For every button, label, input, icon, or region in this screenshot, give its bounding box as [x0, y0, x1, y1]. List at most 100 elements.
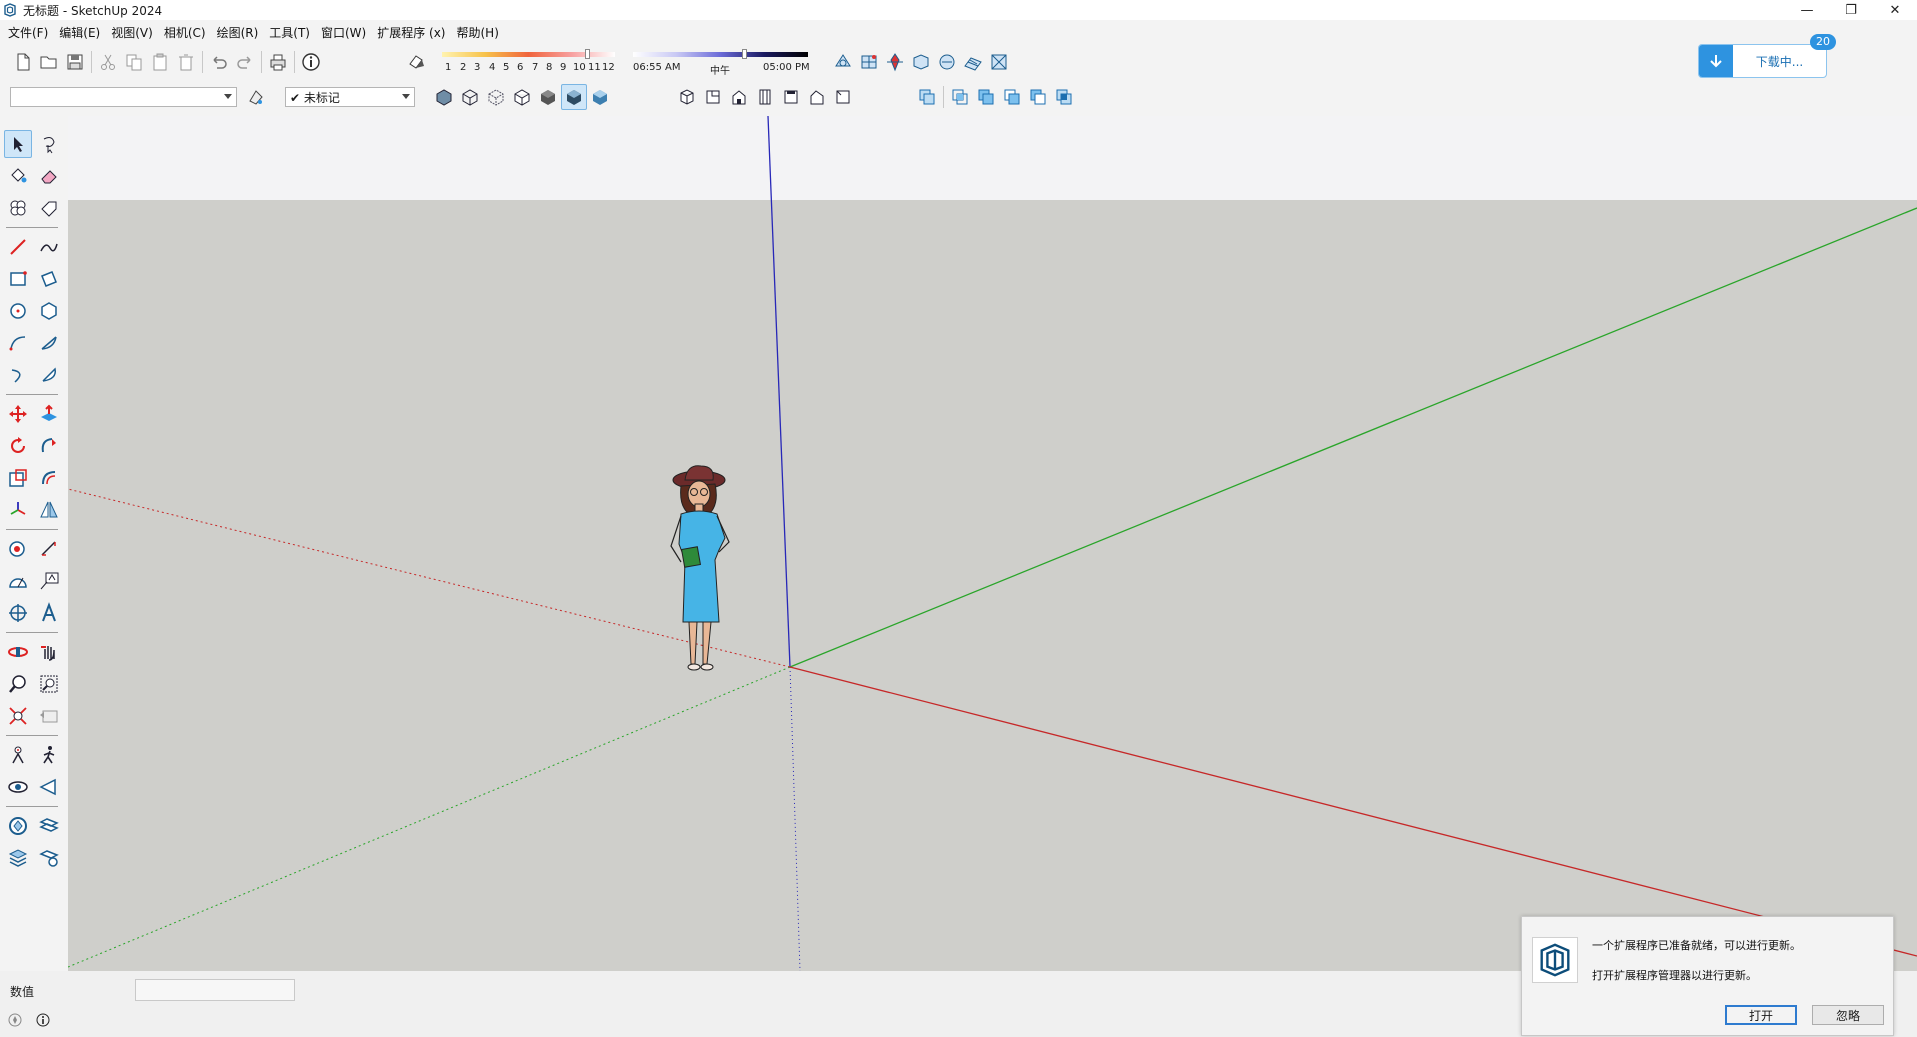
flip-tool-icon[interactable] [35, 496, 63, 524]
share-component-icon[interactable] [934, 49, 960, 75]
sandbox-settings-icon[interactable] [35, 844, 63, 872]
xray-icon[interactable] [431, 84, 457, 110]
redo-icon[interactable] [232, 49, 258, 75]
tape-measure-icon[interactable] [4, 535, 32, 563]
select-tool-icon[interactable] [4, 130, 32, 158]
zoom-extents-icon[interactable] [4, 702, 32, 730]
add-location-icon[interactable] [882, 49, 908, 75]
eraser-icon[interactable] [35, 162, 63, 190]
menu-view[interactable]: 视图(V) [111, 24, 160, 41]
menu-camera[interactable]: 相机(C) [164, 24, 213, 41]
undo-icon[interactable] [206, 49, 232, 75]
layer-combo[interactable] [10, 87, 237, 107]
menu-extensions[interactable]: 扩展程序 (x) [377, 24, 452, 41]
extension-warehouse-icon[interactable] [856, 49, 882, 75]
model-info-icon[interactable] [298, 49, 324, 75]
copy-icon[interactable] [121, 49, 147, 75]
restore-button[interactable]: ❐ [1829, 0, 1873, 20]
close-button[interactable]: ✕ [1873, 0, 1917, 20]
axes-tool-icon[interactable] [4, 496, 32, 524]
menu-window[interactable]: 窗口(W) [321, 24, 373, 41]
back-view-icon[interactable] [778, 84, 804, 110]
union-icon[interactable] [973, 84, 999, 110]
save-icon[interactable] [62, 49, 88, 75]
minimize-button[interactable]: — [1785, 0, 1829, 20]
3d-text-icon[interactable] [35, 599, 63, 627]
back-edges-icon[interactable] [457, 84, 483, 110]
time-slider[interactable] [633, 52, 808, 57]
top-view-icon[interactable] [700, 84, 726, 110]
shadow-toggle-icon[interactable] [403, 49, 429, 75]
scale-figure[interactable] [657, 464, 747, 684]
text-tool-icon[interactable] [35, 567, 63, 595]
layers-panel-icon[interactable] [4, 844, 32, 872]
freehand-tool-icon[interactable] [35, 233, 63, 261]
download-button[interactable]: 下载中... [1698, 44, 1827, 78]
pie-tool-icon[interactable] [35, 361, 63, 389]
time-slider-thumb[interactable] [742, 49, 747, 59]
move-tool-icon[interactable] [4, 400, 32, 428]
menu-help[interactable]: 帮助(H) [456, 24, 505, 41]
bottom-view-icon[interactable] [830, 84, 856, 110]
polygon-tool-icon[interactable] [35, 297, 63, 325]
monochrome-icon[interactable] [587, 84, 613, 110]
model-viewport[interactable] [68, 116, 1917, 971]
share-model-icon[interactable] [908, 49, 934, 75]
previous-view-icon[interactable] [35, 702, 63, 730]
follow-me-icon[interactable] [35, 432, 63, 460]
offset-tool-icon[interactable] [35, 464, 63, 492]
section-plane-icon[interactable] [4, 599, 32, 627]
intersect-icon[interactable] [947, 84, 973, 110]
look-around-icon[interactable] [4, 773, 32, 801]
photo-textures-icon[interactable] [986, 49, 1012, 75]
solid-inspector-icon[interactable] [4, 812, 32, 840]
dimension-tool-icon[interactable] [35, 535, 63, 563]
menu-edit[interactable]: 编辑(E) [59, 24, 107, 41]
outer-shell-icon[interactable] [914, 84, 940, 110]
shaded-textures-icon[interactable] [561, 84, 587, 110]
line-tool-icon[interactable] [4, 233, 32, 261]
position-camera-icon[interactable] [4, 741, 32, 769]
rotate-tool-icon[interactable] [4, 432, 32, 460]
ignore-button[interactable]: 忽略 [1812, 1005, 1884, 1025]
paint-tag-icon[interactable] [243, 84, 269, 110]
paste-icon[interactable] [147, 49, 173, 75]
circle-tool-icon[interactable] [4, 297, 32, 325]
3d-warehouse-icon[interactable] [830, 49, 856, 75]
info-icon[interactable] [36, 1013, 50, 1027]
zoom-tool-icon[interactable] [4, 670, 32, 698]
delete-icon[interactable] [173, 49, 199, 75]
two-point-arc-icon[interactable] [35, 329, 63, 357]
tag-combo[interactable]: ✔ 未标记 [285, 87, 415, 107]
menu-draw[interactable]: 绘图(R) [217, 24, 266, 41]
terrain-icon[interactable] [960, 49, 986, 75]
paint-bucket-icon[interactable] [4, 162, 32, 190]
protractor-icon[interactable] [4, 567, 32, 595]
measurements-input[interactable] [135, 979, 295, 1001]
wireframe-icon[interactable] [483, 84, 509, 110]
shaded-icon[interactable] [535, 84, 561, 110]
new-file-icon[interactable] [10, 49, 36, 75]
walk-tool-icon[interactable] [35, 741, 63, 769]
front-view-icon[interactable] [726, 84, 752, 110]
rectangle-tool-icon[interactable] [4, 265, 32, 293]
geo-location-icon[interactable] [8, 1013, 22, 1027]
split-icon[interactable] [1051, 84, 1077, 110]
component-icon[interactable] [4, 194, 32, 222]
open-button[interactable]: 打开 [1725, 1005, 1797, 1025]
sandbox-icon[interactable] [35, 812, 63, 840]
three-point-arc-icon[interactable] [4, 361, 32, 389]
menu-tools[interactable]: 工具(T) [269, 24, 317, 41]
pan-tool-icon[interactable] [35, 638, 63, 666]
left-view-icon[interactable] [804, 84, 830, 110]
orbit-tool-icon[interactable] [4, 638, 32, 666]
push-pull-icon[interactable] [35, 400, 63, 428]
menu-file[interactable]: 文件(F) [8, 24, 55, 41]
hidden-line-icon[interactable] [509, 84, 535, 110]
iso-view-icon[interactable] [674, 84, 700, 110]
arc-tool-icon[interactable] [4, 329, 32, 357]
print-icon[interactable] [265, 49, 291, 75]
advanced-camera-icon[interactable] [35, 773, 63, 801]
cut-icon[interactable] [95, 49, 121, 75]
zoom-window-icon[interactable] [35, 670, 63, 698]
